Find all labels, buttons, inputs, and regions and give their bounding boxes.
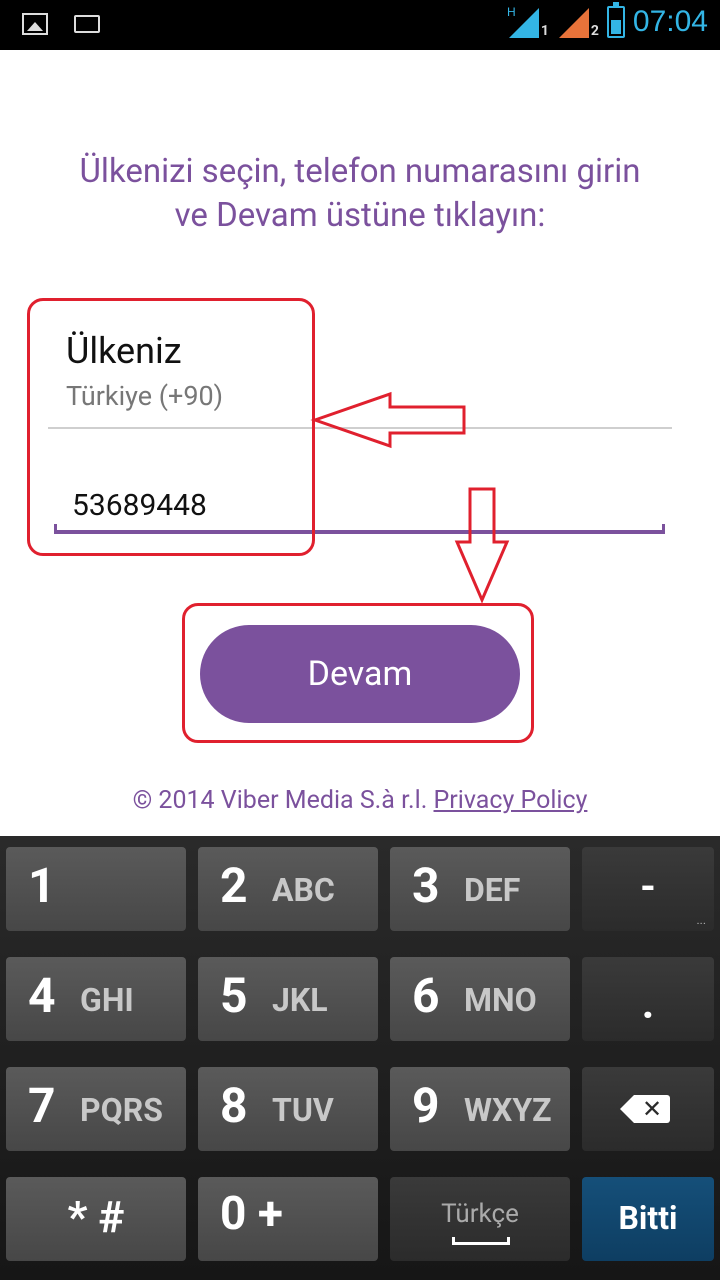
- status-time: 07:04: [632, 5, 708, 38]
- backspace-x-icon: ✕: [634, 1095, 670, 1123]
- key-4[interactable]: 4 GHI: [6, 957, 186, 1041]
- more-dots: ...: [696, 913, 707, 927]
- key-0-plus[interactable]: 0 +: [198, 1177, 378, 1261]
- key-backspace[interactable]: ✕: [582, 1067, 714, 1151]
- key-9[interactable]: 9 WXYZ: [390, 1067, 570, 1151]
- annotation-box-button: [182, 603, 534, 743]
- copyright-footer: © 2014 Viber Media S.à r.l. Privacy Poli…: [0, 786, 720, 815]
- battery-icon: [606, 2, 625, 38]
- svg-text:H: H: [507, 5, 516, 19]
- keyboard-icon: [74, 15, 100, 33]
- key-3[interactable]: 3 DEF: [390, 847, 570, 931]
- left-arrow-annotation: [310, 391, 466, 449]
- key-1[interactable]: 1: [6, 847, 186, 931]
- key-star-hash[interactable]: * #: [6, 1177, 186, 1261]
- privacy-policy-link[interactable]: Privacy Policy: [434, 786, 588, 815]
- instruction-line-2: ve Devam üstüne tıklayın:: [174, 196, 546, 235]
- key-language[interactable]: Türkçe: [390, 1177, 570, 1261]
- image-icon: [22, 13, 48, 35]
- down-arrow-annotation: [454, 487, 510, 604]
- backspace-icon: [620, 1095, 634, 1123]
- key-6[interactable]: 6 MNO: [390, 957, 570, 1041]
- key-7[interactable]: 7 PQRS: [6, 1067, 186, 1151]
- key-8[interactable]: 8 TUV: [198, 1067, 378, 1151]
- status-bar: H 1 2 07:04: [0, 0, 720, 50]
- key-5[interactable]: 5 JKL: [198, 957, 378, 1041]
- signal-icon: H: [507, 5, 539, 38]
- key-dash[interactable]: - ...: [582, 847, 714, 931]
- input-edge-right: [662, 524, 665, 534]
- sim1-label: 1: [540, 23, 549, 39]
- numeric-keyboard: 1 2 ABC 3 DEF - ... 4 GHI 5 JKL 6 MNO . …: [0, 836, 720, 1280]
- space-bar-icon: [452, 1237, 510, 1245]
- instruction-text: Ülkenizi seçin, telefon numarasını girin…: [0, 150, 720, 238]
- sim2-label: 2: [590, 23, 599, 39]
- copyright-text: © 2014 Viber Media S.à r.l.: [132, 786, 428, 815]
- key-2[interactable]: 2 ABC: [198, 847, 378, 931]
- key-done[interactable]: Bitti: [582, 1177, 714, 1261]
- annotation-box-inputs: [27, 298, 315, 556]
- instruction-line-1: Ülkenizi seçin, telefon numarasını girin: [79, 152, 641, 191]
- signal-icon: [558, 8, 589, 38]
- key-period[interactable]: .: [582, 957, 714, 1041]
